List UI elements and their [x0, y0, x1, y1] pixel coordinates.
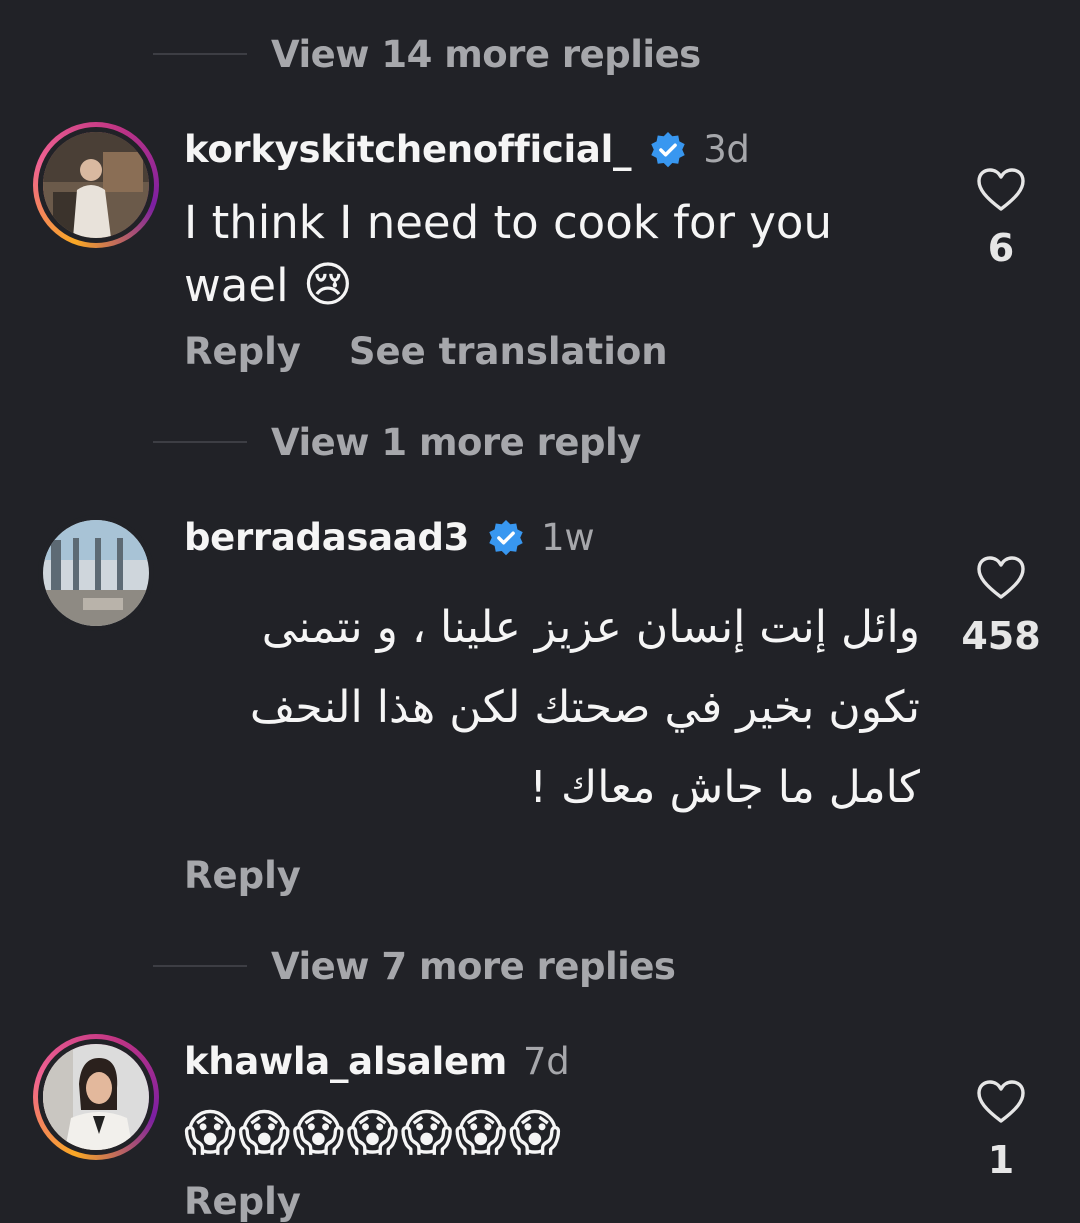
like-control: 458 [941, 556, 1061, 658]
reply-button[interactable]: Reply [184, 1180, 301, 1223]
avatar-image [38, 1039, 154, 1155]
view-more-label: View 7 more replies [271, 944, 676, 988]
view-more-replies-button[interactable]: View 1 more reply [153, 412, 641, 472]
verified-badge-icon [651, 131, 685, 167]
comment-text: وائل إنت إنسان عزيز علينا ، و نتمنى تكون… [184, 588, 920, 828]
see-translation-button[interactable]: See translation [349, 330, 668, 373]
reply-button[interactable]: Reply [184, 330, 301, 373]
thread-line [153, 965, 247, 967]
verified-badge-icon [489, 519, 523, 555]
heart-icon[interactable] [977, 1080, 1025, 1124]
crying-face-emoji: 😢 [302, 257, 353, 313]
comment-text-line: I think I need to cook for you [184, 196, 832, 249]
comment-actions: Reply [184, 1180, 301, 1223]
avatar-image [38, 127, 154, 243]
reply-button[interactable]: Reply [184, 854, 301, 897]
comment-actions: Reply [184, 854, 301, 897]
screaming-face-emojis: 😱😱😱😱😱😱😱 [184, 1104, 563, 1162]
comment-text-word: wael [184, 259, 289, 312]
comment-time: 1w [541, 516, 595, 559]
comment-header: korkyskitchenofficial_ 3d [184, 128, 750, 171]
comment-header: khawla_alsalem 7d [184, 1040, 570, 1083]
like-control: 1 [941, 1080, 1061, 1182]
comment-time: 7d [523, 1040, 570, 1083]
view-more-label: View 14 more replies [271, 32, 701, 76]
comment-header: berradasaad3 1w [184, 516, 595, 559]
like-count: 1 [987, 1138, 1015, 1182]
comment-text-line: وائل إنت إنسان عزيز علينا ، و نتمنى [261, 602, 920, 653]
heart-icon[interactable] [977, 168, 1025, 212]
like-control: 6 [941, 168, 1061, 270]
avatar-image [38, 515, 154, 631]
comment-text-line: تكون بخير في صحتك لكن هذا النحف [249, 682, 920, 733]
avatar[interactable] [33, 122, 159, 248]
username[interactable]: korkyskitchenofficial_ [184, 128, 631, 171]
username[interactable]: berradasaad3 [184, 516, 469, 559]
thread-line [153, 441, 247, 443]
comment-text-line: wael 😢 [184, 254, 832, 317]
comment-text: 😱😱😱😱😱😱😱 [184, 1102, 563, 1164]
comment-actions: Reply See translation [184, 330, 668, 373]
avatar[interactable] [33, 510, 159, 636]
avatar[interactable] [33, 1034, 159, 1160]
view-more-replies-button[interactable]: View 7 more replies [153, 936, 676, 996]
heart-icon[interactable] [977, 556, 1025, 600]
like-count: 6 [987, 226, 1015, 270]
username[interactable]: khawla_alsalem [184, 1040, 507, 1083]
view-more-label: View 1 more reply [271, 420, 641, 464]
comment-time: 3d [703, 128, 750, 171]
thread-line [153, 53, 247, 55]
comment-text: I think I need to cook for you wael 😢 [184, 192, 832, 317]
comment-text-line: كامل ما جاش معاك ! [529, 762, 920, 813]
like-count: 458 [961, 614, 1041, 658]
view-more-replies-button[interactable]: View 14 more replies [153, 24, 701, 84]
